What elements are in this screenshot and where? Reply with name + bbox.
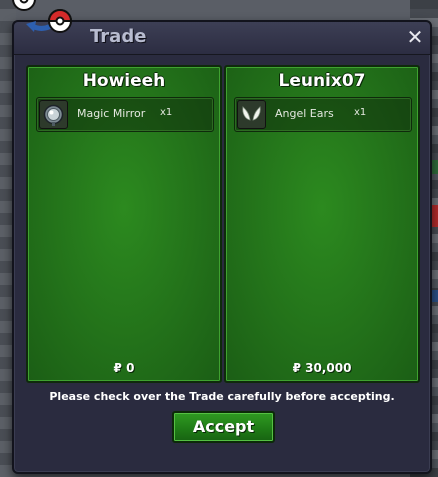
item-quantity: x1 [160,107,173,118]
item-quantity: x1 [354,107,367,118]
player-name-left: Howieeh [82,71,166,91]
trade-notice: Please check over the Trade carefully be… [49,390,395,403]
trade-item-row[interactable]: Magic Mirror x1 [36,97,214,132]
window-title: Trade [90,26,147,47]
accept-button[interactable]: Accept [172,411,275,443]
player-name-right: Leunix07 [278,71,366,91]
money-offer-right: ₽ 30,000 [292,361,352,375]
trade-logo-icon [10,0,74,38]
trade-panel-left: Howieeh Magic Mirror x1 ₽ 0 [26,65,222,383]
item-name: Angel Ears [275,107,334,120]
trade-panel-right: Leunix07 Angel Ears x1 ₽ 30,000 [224,65,420,383]
magic-mirror-icon [39,100,68,129]
angel-ears-icon [237,100,266,129]
item-name: Magic Mirror [77,107,146,120]
trade-item-row[interactable]: Angel Ears x1 [234,97,412,132]
close-button[interactable]: ✕ [404,25,426,49]
money-offer-left: ₽ 0 [113,361,135,375]
trade-window-titlebar[interactable]: Trade ✕ [14,22,430,55]
trade-window: Trade ✕ Howieeh Magic Mirror x1 ₽ 0 Leun… [12,20,432,474]
